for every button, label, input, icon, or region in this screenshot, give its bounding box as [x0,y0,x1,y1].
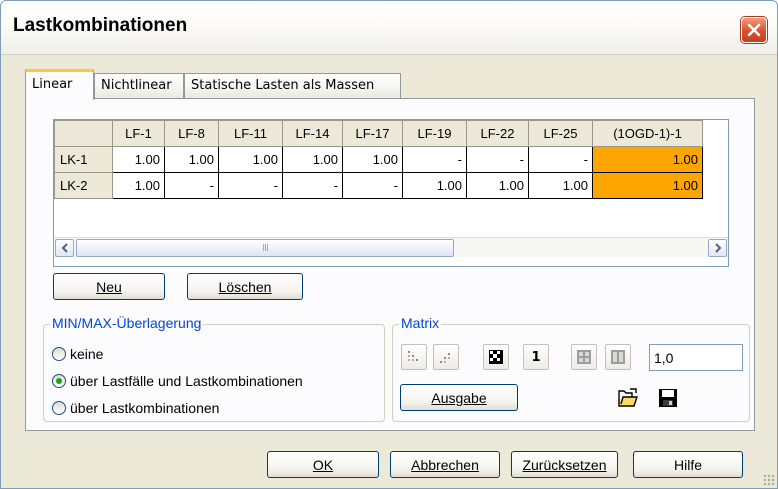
grid-cell[interactable]: - [282,172,343,199]
grid-cell[interactable]: 1.00 [282,146,343,173]
tab-nichtlinear-label: Nichtlinear [101,78,172,93]
lower-triangle-icon [408,351,418,361]
column-header[interactable]: LF-11 [218,120,283,147]
ausgabe-button[interactable]: Ausgabe [400,384,518,411]
tab-statische-lasten-label: Statische Lasten als Massen [191,78,375,93]
radio-keine-circle[interactable] [52,347,66,361]
table-row[interactable]: LK-2 1.00- - - -1.00 1.00 1.00 1.00 [54,172,703,199]
window-title: Lastkombinationen [13,15,188,36]
column-header[interactable]: LF-8 [164,120,219,147]
hilfe-button[interactable]: Hilfe [633,451,743,478]
radio-keine[interactable]: keine [52,344,103,364]
loeschen-button[interactable]: Löschen [187,273,303,300]
ok-button[interactable]: OK [267,451,379,478]
abbrechen-button[interactable]: Abbrechen [390,451,500,478]
column-header[interactable]: LF-25 [528,120,593,147]
column-header[interactable]: LF-17 [342,120,403,147]
grid-cell[interactable]: - [218,172,283,199]
scroll-right-button[interactable] [708,239,727,257]
radio-lastfaelle-circle[interactable] [52,374,66,388]
grid-cell[interactable]: 1.00 [592,172,703,199]
arrow-left-icon [61,243,68,253]
grid-cell[interactable]: - [466,146,529,173]
radio-lastkombinationen-label: über Lastkombinationen [70,400,220,416]
matrix-lower-triangle-button[interactable] [401,344,427,370]
grid-cell[interactable]: - [164,172,219,199]
neu-button[interactable]: Neu [53,273,165,300]
resize-grip[interactable] [763,474,775,486]
column-header[interactable]: LF-19 [402,120,467,147]
radio-lastfaelle-label: über Lastfälle und Lastkombinationen [70,373,303,389]
grid-cell[interactable]: 1.00 [112,172,165,199]
scroll-thumb[interactable]: III [76,239,454,257]
matrix-fill-button[interactable] [483,344,509,370]
radio-lastfaelle-und-lastkombinationen[interactable]: über Lastfälle und Lastkombinationen [52,371,303,391]
table-row[interactable]: LK-1 1.00 1.00 1.00 1.00 1.00- - -1.00 [54,146,703,173]
grid-cell[interactable]: - [528,146,593,173]
arrow-right-icon [714,243,721,253]
radio-lastkombinationen[interactable]: über Lastkombinationen [52,398,219,418]
tab-linear[interactable]: Linear [25,69,94,100]
radio-keine-label: keine [70,346,104,362]
minmax-title: MIN/MAX-Überlagerung [50,315,204,331]
open-folder-icon [618,388,638,407]
grid-cell[interactable]: 1.00 [342,146,403,173]
column-header[interactable]: LF-1 [112,120,165,147]
grid-cell[interactable]: 1.00 [528,172,593,199]
grid-cell[interactable]: 1.00 [164,146,219,173]
matrix-grid-button[interactable] [571,344,597,370]
grid-table: LF-1 LF-8 LF-11 LF-14 LF-17 LF-19 LF-22 LF-25 (1… [54,120,703,199]
minmax-groupbox: MIN/MAX-Überlagerung keine über Lastfäll… [43,315,385,422]
open-file-button[interactable] [615,385,641,411]
matrix-title: Matrix [399,315,442,331]
grid-cell[interactable]: 1.00 [466,172,529,199]
tab-nichtlinear[interactable]: Nichtlinear [94,73,184,99]
tab-linear-label: Linear [32,77,73,92]
scroll-thumb-grip: III [262,242,269,254]
matrix-upper-triangle-button[interactable] [433,344,459,370]
grid-cell[interactable]: - [402,146,467,173]
grid-cell[interactable]: 1.00 [592,146,703,173]
grid-cell[interactable]: 1.00 [402,172,467,199]
dialog-window: Lastkombinationen Linear Nichtlinear Sta… [0,0,778,489]
column-header[interactable]: LF-14 [282,120,343,147]
close-icon [747,23,761,37]
matrix-columns-button[interactable] [605,344,631,370]
horizontal-scrollbar[interactable]: III [54,237,728,257]
column-header[interactable]: LF-22 [466,120,529,147]
row-header[interactable]: LK-1 [54,146,113,173]
save-disk-icon [659,389,677,407]
scroll-left-button[interactable] [55,239,74,257]
one-label: 1 [531,349,541,365]
close-button[interactable] [741,17,767,43]
grid-icon [577,350,591,364]
grid-corner-cell[interactable] [54,120,113,147]
title-bar: Lastkombinationen [1,1,777,55]
grid-cell[interactable]: 1.00 [112,146,165,173]
column-header[interactable]: (1OGD-1)-1 [592,120,703,147]
row-header[interactable]: LK-2 [54,172,113,199]
columns-icon [611,350,625,364]
matrix-one-button[interactable]: 1 [523,344,549,370]
save-file-button[interactable] [655,385,681,411]
zuruecksetzen-button[interactable]: Zurücksetzen [511,451,618,478]
tab-statische-lasten[interactable]: Statische Lasten als Massen [184,73,401,99]
checker-matrix-icon [489,350,503,364]
grid-cell[interactable]: 1.00 [218,146,283,173]
grid-cell[interactable]: - [342,172,403,199]
radio-lastkombinationen-circle[interactable] [52,401,66,415]
matrix-value-input[interactable] [649,344,743,371]
upper-triangle-icon [440,353,450,363]
